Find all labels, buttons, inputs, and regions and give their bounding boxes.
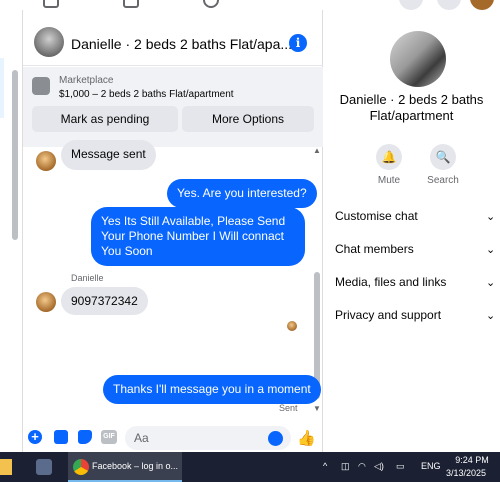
mark-pending-button[interactable]: Mark as pending <box>32 106 178 132</box>
composer: + GIF Aa 👍 <box>23 422 323 452</box>
profile-icon[interactable] <box>203 0 219 8</box>
panel-title: Danielle · 2 beds 2 baths Flat/apartment <box>339 92 484 123</box>
message-bubble-out: Yes. Are you interested? <box>167 179 317 208</box>
seen-avatar <box>287 321 297 331</box>
app-icon[interactable] <box>36 459 52 475</box>
listing-thumbnail <box>34 27 64 57</box>
taskbar-app-label: Facebook – log in o... <box>92 461 179 471</box>
marketplace-icon <box>32 77 50 95</box>
chat-header[interactable]: Danielle · 2 beds 2 baths Flat/apa... i <box>23 10 323 66</box>
chevron-down-icon[interactable]: ⌄ <box>486 243 495 256</box>
chat-window: Danielle · 2 beds 2 baths Flat/apa... i … <box>22 10 323 452</box>
language-indicator[interactable]: ENG <box>421 461 441 471</box>
account-avatar[interactable] <box>470 0 494 10</box>
search-icon[interactable]: 🔍 <box>430 144 456 170</box>
emoji-icon[interactable] <box>268 431 283 446</box>
chevron-down-icon[interactable]: ⌄ <box>486 210 495 223</box>
message-bubble-in: 9097372342 <box>61 287 148 315</box>
file-explorer-icon[interactable] <box>0 459 12 475</box>
left-scrollbar[interactable] <box>12 70 18 240</box>
sticker-icon[interactable] <box>78 430 92 444</box>
media-files-links-row[interactable]: Media, files and links <box>335 275 500 289</box>
chevron-down-icon[interactable]: ⌄ <box>486 276 495 289</box>
scroll-down-arrow[interactable]: ▼ <box>313 404 321 413</box>
clock-date[interactable]: 3/13/2025 <box>446 468 486 478</box>
message-bubble-out: Thanks I'll message you in a moment <box>103 375 321 404</box>
chat-info-panel: Danielle · 2 beds 2 baths Flat/apartment… <box>323 10 500 452</box>
bell-icon[interactable]: 🔔 <box>376 144 402 170</box>
network-icon[interactable]: ◫ <box>341 461 350 472</box>
message-bubble-out: Yes Its Still Available, Please Send You… <box>91 207 305 266</box>
chat-members-row[interactable]: Chat members <box>335 242 500 256</box>
windows-taskbar: Facebook – log in o... ^ ◫ ◠ ◁) ▭ ENG 9:… <box>0 452 500 482</box>
message-bubble-in: Message sent <box>61 140 156 170</box>
listing-photo[interactable] <box>390 31 446 87</box>
marketplace-label: Marketplace <box>59 75 114 86</box>
groups-icon[interactable] <box>123 0 139 8</box>
left-highlight <box>0 58 4 118</box>
sender-name: Danielle <box>71 273 104 283</box>
volume-icon[interactable]: ◁) <box>374 461 384 472</box>
image-icon[interactable] <box>54 430 68 444</box>
menu-icon[interactable] <box>399 0 423 10</box>
top-nav-strip <box>0 0 500 10</box>
taskbar-browser-app[interactable]: Facebook – log in o... <box>68 452 182 482</box>
contact-avatar[interactable] <box>36 292 56 312</box>
privacy-support-row[interactable]: Privacy and support <box>335 308 500 322</box>
mute-label: Mute <box>377 175 401 186</box>
message-input[interactable]: Aa <box>125 426 291 450</box>
marketplace-banner: Marketplace $1,000 – 2 beds 2 baths Flat… <box>23 67 323 147</box>
search-label: Search <box>427 175 459 186</box>
left-page-fragment <box>0 10 22 452</box>
contact-avatar[interactable] <box>36 151 56 171</box>
chat-title: Danielle · 2 beds 2 baths Flat/apa... <box>71 36 293 52</box>
chrome-icon <box>73 459 89 475</box>
info-icon[interactable]: i <box>289 34 307 52</box>
wifi-icon[interactable]: ◠ <box>358 461 366 472</box>
sent-status: Sent <box>279 403 298 413</box>
listing-description[interactable]: $1,000 – 2 beds 2 baths Flat/apartment <box>59 89 234 100</box>
plus-icon[interactable]: + <box>28 430 42 444</box>
home-icon[interactable] <box>43 0 59 8</box>
customise-chat-row[interactable]: Customise chat <box>335 209 500 223</box>
more-options-button[interactable]: More Options <box>182 106 314 132</box>
keyboard-icon[interactable]: ▭ <box>396 461 405 472</box>
gif-icon[interactable]: GIF <box>101 430 117 444</box>
clock-time[interactable]: 9:24 PM <box>452 455 492 465</box>
notifications-icon[interactable] <box>437 0 461 10</box>
chevron-up-icon[interactable]: ^ <box>323 461 327 471</box>
chevron-down-icon[interactable]: ⌄ <box>486 309 495 322</box>
scroll-up-arrow[interactable]: ▲ <box>313 146 321 155</box>
like-icon[interactable]: 👍 <box>297 429 316 447</box>
